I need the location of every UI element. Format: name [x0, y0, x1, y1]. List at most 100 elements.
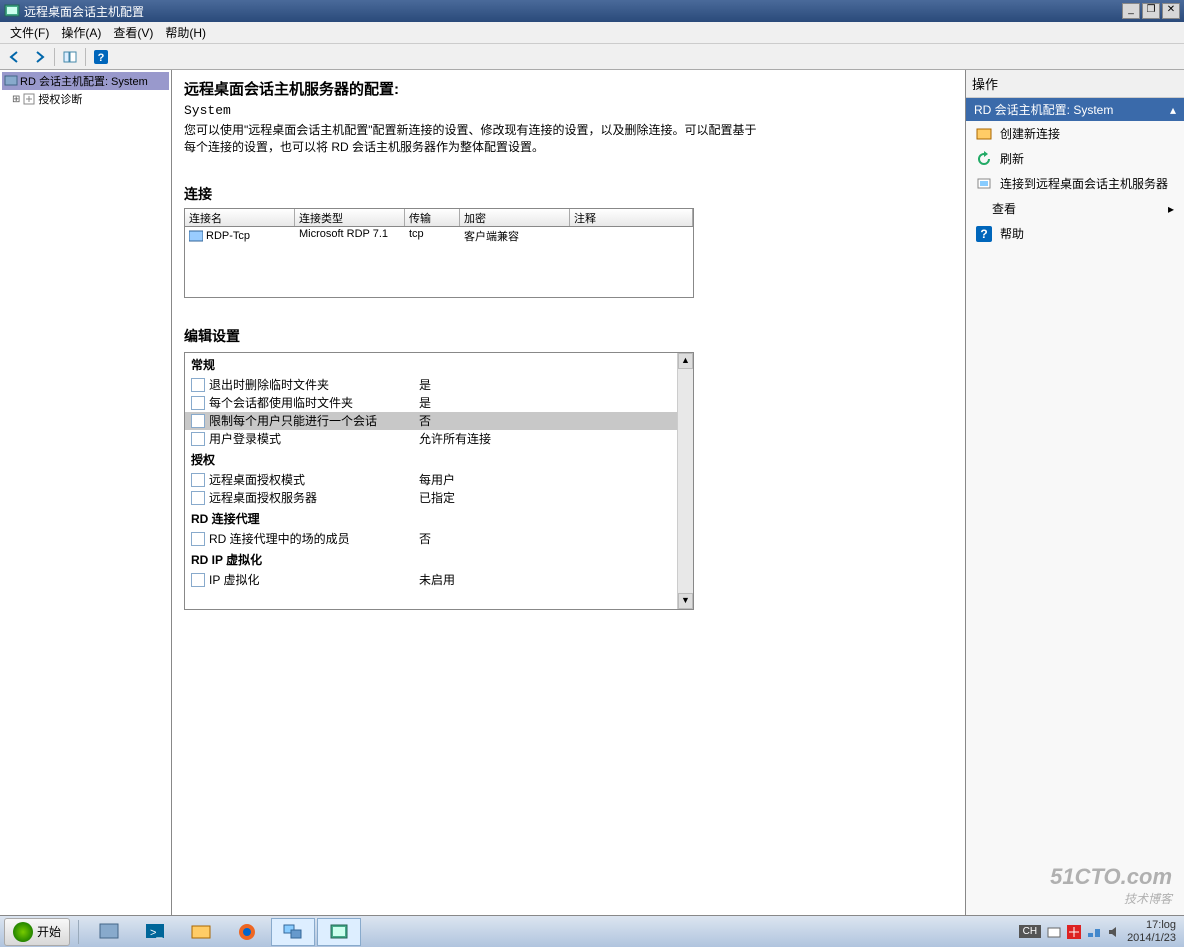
property-icon — [191, 378, 205, 392]
system-name: System — [184, 103, 953, 118]
col-comm[interactable]: 注释 — [570, 209, 693, 226]
task-explorer[interactable] — [179, 918, 223, 946]
group-license: 授权 — [185, 448, 693, 471]
col-type[interactable]: 连接类型 — [295, 209, 405, 226]
close-button[interactable]: ✕ — [1162, 3, 1180, 19]
tree-child-label: 授权诊断 — [38, 91, 82, 107]
svg-text:>_: >_ — [150, 927, 163, 939]
svg-text:?: ? — [98, 52, 105, 64]
task-powershell[interactable]: >_ — [133, 918, 177, 946]
property-icon — [191, 491, 205, 505]
tray-network-icon[interactable] — [1087, 925, 1101, 939]
tree-pane: RD 会话主机配置: System ⊞ 授权诊断 — [0, 70, 172, 915]
cell-comm — [570, 227, 693, 245]
taskbar-items: >_ — [87, 918, 361, 946]
actions-pane: 操作 RD 会话主机配置: System ▴ 创建新连接 刷新 连接到远程桌面会… — [966, 70, 1184, 915]
group-general: 常规 — [185, 353, 693, 376]
group-ipv: RD IP 虚拟化 — [185, 548, 693, 571]
property-icon — [191, 532, 205, 546]
tree-root[interactable]: RD 会话主机配置: System — [2, 72, 169, 90]
col-enc[interactable]: 加密 — [460, 209, 570, 226]
help-button[interactable]: ? — [90, 46, 112, 68]
property-icon — [191, 573, 205, 587]
restore-button[interactable]: ❐ — [1142, 3, 1160, 19]
toolbar: ? — [0, 44, 1184, 70]
setting-row-license-mode[interactable]: 远程桌面授权模式每用户 — [185, 471, 693, 489]
property-icon — [191, 414, 205, 428]
col-trans[interactable]: 传输 — [405, 209, 460, 226]
action-connect-server[interactable]: 连接到远程桌面会话主机服务器 — [966, 171, 1184, 196]
minimize-button[interactable]: _ — [1122, 3, 1140, 19]
setting-row-single-session[interactable]: 限制每个用户只能进行一个会话否 — [185, 412, 693, 430]
forward-button[interactable] — [28, 46, 50, 68]
back-button[interactable] — [4, 46, 26, 68]
titlebar: 远程桌面会话主机配置 _ ❐ ✕ — [0, 0, 1184, 22]
menu-help[interactable]: 帮助(H) — [159, 22, 212, 43]
cell-name: RDP-Tcp — [206, 230, 250, 242]
submenu-arrow-icon: ▸ — [1168, 202, 1174, 216]
ime-indicator[interactable]: CH — [1019, 925, 1041, 938]
task-tsconfig[interactable] — [317, 918, 361, 946]
cell-enc: 客户端兼容 — [460, 227, 570, 245]
setting-row-logon-mode[interactable]: 用户登录模式允许所有连接 — [185, 430, 693, 448]
menu-view[interactable]: 查看(V) — [107, 22, 159, 43]
scroll-down-button[interactable]: ▼ — [678, 593, 693, 609]
setting-row-license-server[interactable]: 远程桌面授权服务器已指定 — [185, 489, 693, 507]
expand-icon[interactable]: ⊞ — [12, 94, 20, 105]
actions-section-header[interactable]: RD 会话主机配置: System ▴ — [966, 98, 1184, 121]
task-server-manager[interactable] — [87, 918, 131, 946]
tree-child[interactable]: ⊞ 授权诊断 — [2, 90, 169, 108]
tray-sound-icon[interactable] — [1107, 925, 1121, 939]
edit-settings-header: 编辑设置 — [184, 326, 953, 346]
windows-orb-icon — [13, 922, 33, 942]
setting-row-broker-member[interactable]: RD 连接代理中的场的成员否 — [185, 530, 693, 548]
collapse-icon[interactable]: ▴ — [1170, 103, 1176, 117]
col-name[interactable]: 连接名 — [185, 209, 295, 226]
action-new-connection[interactable]: 创建新连接 — [966, 121, 1184, 146]
property-icon — [191, 432, 205, 446]
setting-row-temp-use[interactable]: 每个会话都使用临时文件夹是 — [185, 394, 693, 412]
group-broker: RD 连接代理 — [185, 507, 693, 530]
cell-type: Microsoft RDP 7.1 — [295, 227, 405, 245]
action-help[interactable]: ? 帮助 — [966, 221, 1184, 246]
action-refresh[interactable]: 刷新 — [966, 146, 1184, 171]
page-title: 远程桌面会话主机服务器的配置: — [184, 78, 953, 99]
settings-list: 常规 退出时删除临时文件夹是 每个会话都使用临时文件夹是 限制每个用户只能进行一… — [184, 352, 694, 610]
window-buttons: _ ❐ ✕ — [1120, 3, 1180, 19]
clock[interactable]: 17:log 2014/1/23 — [1127, 919, 1176, 943]
action-view[interactable]: 查看 ▸ — [966, 196, 1184, 221]
toolbar-separator — [85, 48, 86, 66]
content-pane: 远程桌面会话主机服务器的配置: System 您可以使用"远程桌面会话主机配置"… — [172, 70, 966, 915]
property-icon — [191, 396, 205, 410]
menu-file[interactable]: 文件(F) — [4, 22, 55, 43]
property-icon — [191, 473, 205, 487]
menu-action[interactable]: 操作(A) — [55, 22, 107, 43]
description: 您可以使用"远程桌面会话主机配置"配置新连接的设置、修改现有连接的设置，以及删除… — [184, 122, 764, 156]
task-rdp[interactable] — [271, 918, 315, 946]
main-area: RD 会话主机配置: System ⊞ 授权诊断 远程桌面会话主机服务器的配置:… — [0, 70, 1184, 915]
system-tray: CH 17:log 2014/1/23 — [1019, 919, 1184, 943]
tray-flag-icon[interactable] — [1067, 925, 1081, 939]
setting-row-temp-delete[interactable]: 退出时删除临时文件夹是 — [185, 376, 693, 394]
app-icon — [4, 3, 20, 19]
actions-header: 操作 — [966, 70, 1184, 98]
tray-icon[interactable] — [1047, 925, 1061, 939]
start-button[interactable]: 开始 — [4, 918, 70, 946]
taskbar: 开始 >_ CH 17:log 2014/1/23 — [0, 915, 1184, 947]
toolbar-separator — [54, 48, 55, 66]
scrollbar[interactable]: ▲ ▼ — [677, 353, 693, 609]
connections-table: 连接名 连接类型 传输 加密 注释 RDP-Tcp Microsoft RDP … — [184, 208, 694, 298]
connections-header: 连接 — [184, 184, 953, 204]
tree-root-label: RD 会话主机配置: System — [20, 73, 148, 89]
diag-icon — [22, 92, 36, 106]
table-row[interactable]: RDP-Tcp Microsoft RDP 7.1 tcp 客户端兼容 — [185, 227, 693, 245]
setting-row-ip-virtualization[interactable]: IP 虚拟化未启用 — [185, 571, 693, 589]
connection-icon — [189, 230, 203, 242]
task-firefox[interactable] — [225, 918, 269, 946]
new-connection-icon — [976, 126, 992, 142]
scroll-up-button[interactable]: ▲ — [678, 353, 693, 369]
refresh-icon — [976, 151, 992, 167]
server-icon — [4, 74, 18, 88]
svg-text:?: ? — [980, 227, 987, 241]
show-hide-tree-button[interactable] — [59, 46, 81, 68]
